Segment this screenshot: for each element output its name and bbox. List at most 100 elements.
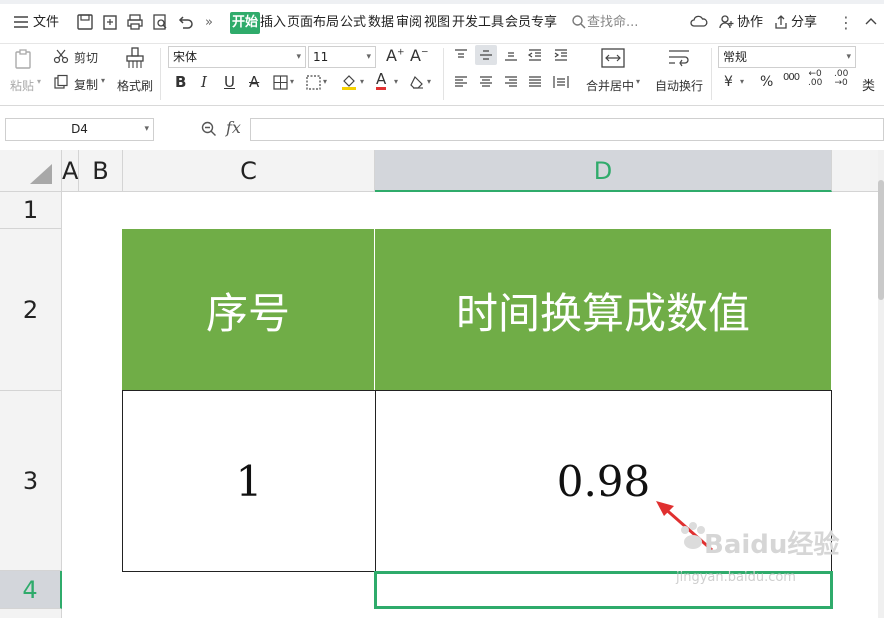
- name-box[interactable]: D4 ▾: [5, 118, 154, 141]
- column-header-d[interactable]: D: [375, 150, 832, 192]
- wrap-text-icon: [667, 48, 691, 68]
- tab-page-layout[interactable]: 页面布局: [287, 12, 339, 34]
- font-size-select[interactable]: 11 ▾: [308, 46, 376, 68]
- underline-icon[interactable]: U: [224, 73, 235, 91]
- currency-dropdown-icon[interactable]: ▾: [740, 77, 744, 86]
- menu-icon[interactable]: [12, 13, 30, 31]
- table-header-index[interactable]: 序号: [122, 229, 375, 391]
- tab-data[interactable]: 数据: [368, 12, 394, 34]
- collaborate-button[interactable]: 协作: [737, 12, 763, 34]
- format-painter-button[interactable]: 格式刷: [117, 77, 153, 94]
- select-all-corner[interactable]: [0, 150, 62, 192]
- merge-center-button[interactable]: 合并居中: [586, 77, 634, 94]
- copy-button[interactable]: 复制: [74, 76, 98, 93]
- decrease-indent-icon[interactable]: [527, 48, 543, 62]
- file-menu[interactable]: 文件: [33, 12, 59, 34]
- vertical-scrollbar[interactable]: [878, 150, 884, 618]
- chevron-down-icon: ▾: [366, 52, 371, 62]
- undo-icon[interactable]: [176, 13, 194, 31]
- row-header-3[interactable]: 3: [0, 391, 62, 571]
- tab-developer[interactable]: 开发工具: [452, 12, 504, 34]
- paste-icon[interactable]: [13, 48, 35, 70]
- number-format-value: 常规: [723, 50, 748, 64]
- increase-font-size-icon[interactable]: A+: [386, 46, 405, 65]
- row-header-1[interactable]: 1: [0, 192, 62, 229]
- bold-icon[interactable]: B: [175, 73, 186, 91]
- cloud-sync-icon[interactable]: [690, 13, 708, 31]
- scrollbar-thumb[interactable]: [878, 180, 884, 300]
- export-icon[interactable]: [101, 13, 119, 31]
- font-color-dropdown-icon[interactable]: ▾: [394, 77, 398, 86]
- tab-home[interactable]: 开始: [230, 12, 261, 34]
- copy-dropdown-icon[interactable]: ▾: [101, 76, 105, 85]
- distributed-align-icon[interactable]: [553, 75, 569, 89]
- watermark-brand: Baidu经验: [704, 530, 840, 560]
- print-preview-icon[interactable]: [151, 13, 169, 31]
- decrease-decimal-icon[interactable]: .00 →0: [834, 70, 848, 88]
- strikethrough-icon[interactable]: A: [249, 73, 259, 91]
- tab-review[interactable]: 审阅: [396, 12, 422, 34]
- borders-icon[interactable]: [273, 75, 288, 90]
- percent-icon[interactable]: %: [760, 74, 773, 90]
- fill-color-dropdown-icon[interactable]: ▾: [360, 77, 364, 86]
- column-header-c[interactable]: C: [123, 150, 375, 192]
- copy-icon: [53, 74, 69, 90]
- wrap-text-button[interactable]: 自动换行: [655, 77, 703, 94]
- save-icon[interactable]: [76, 13, 94, 31]
- share-button[interactable]: 分享: [791, 12, 817, 34]
- column-header-empty[interactable]: [832, 150, 878, 192]
- insert-function-icon[interactable]: fx: [226, 118, 241, 137]
- tab-insert[interactable]: 插入: [260, 12, 286, 34]
- align-left-icon[interactable]: [453, 75, 469, 89]
- currency-icon[interactable]: ¥: [724, 74, 733, 90]
- cut-button[interactable]: 剪切: [74, 49, 98, 66]
- increase-indent-icon[interactable]: [553, 48, 569, 62]
- align-middle-icon[interactable]: [475, 45, 497, 65]
- increase-decimal-icon[interactable]: ←0.00: [808, 70, 822, 88]
- decrease-font-size-icon[interactable]: A−: [410, 46, 429, 65]
- clear-format-icon[interactable]: [409, 74, 425, 90]
- column-header-b[interactable]: B: [79, 150, 123, 192]
- row-header-5[interactable]: [0, 609, 62, 618]
- baidu-watermark: Baidu经验 jingyan.baidu.com: [676, 520, 876, 600]
- command-search-input[interactable]: 查找命...: [587, 12, 638, 34]
- paste-dropdown-icon[interactable]: ▾: [37, 77, 41, 86]
- font-color-icon[interactable]: A: [376, 71, 387, 90]
- font-family-select[interactable]: 宋体 ▾: [168, 46, 306, 68]
- fill-color-icon[interactable]: [341, 73, 357, 91]
- align-bottom-icon[interactable]: [503, 48, 519, 62]
- table-header-time-value[interactable]: 时间换算成数值: [375, 229, 831, 391]
- name-box-value: D4: [71, 122, 88, 136]
- table-cell-index[interactable]: 1: [122, 390, 376, 572]
- more-options-icon[interactable]: ⋮: [838, 12, 854, 34]
- tab-view[interactable]: 视图: [424, 12, 450, 34]
- zoom-search-icon[interactable]: [200, 120, 218, 138]
- collapse-ribbon-icon[interactable]: [862, 13, 880, 31]
- thousands-separator-icon[interactable]: 000: [783, 72, 800, 83]
- tab-member[interactable]: 会员专享: [505, 12, 557, 34]
- number-format-select[interactable]: 常规 ▾: [718, 46, 856, 68]
- print-icon[interactable]: [126, 13, 144, 31]
- row-header-2[interactable]: 2: [0, 229, 62, 391]
- chevron-down-icon: ▾: [144, 124, 149, 134]
- row-header-4[interactable]: 4: [0, 571, 62, 609]
- formula-input[interactable]: [250, 118, 884, 141]
- align-top-icon[interactable]: [453, 48, 469, 62]
- align-right-icon[interactable]: [503, 75, 519, 89]
- fill-pattern-icon[interactable]: [306, 75, 321, 90]
- justify-icon[interactable]: [527, 75, 543, 89]
- merge-center-dropdown-icon[interactable]: ▾: [636, 77, 640, 86]
- paste-button[interactable]: 粘贴: [10, 77, 34, 94]
- clear-format-dropdown-icon[interactable]: ▾: [427, 77, 431, 86]
- borders-dropdown-icon[interactable]: ▾: [290, 77, 294, 86]
- ribbon-toolbar: 粘贴 ▾ 剪切 复制 ▾ 格式刷 宋体 ▾ 11 ▾ A+ A− B I U A…: [0, 44, 884, 106]
- more-tools-chevron-icon[interactable]: »: [205, 12, 213, 34]
- italic-icon[interactable]: I: [201, 73, 207, 91]
- chevron-down-icon: ▾: [846, 52, 851, 62]
- cell-type-button[interactable]: 类: [862, 75, 875, 94]
- tab-formulas[interactable]: 公式: [340, 12, 366, 34]
- fill-pattern-dropdown-icon[interactable]: ▾: [323, 77, 327, 86]
- align-center-icon[interactable]: [478, 75, 494, 89]
- search-icon: [570, 13, 588, 31]
- column-header-a[interactable]: A: [62, 150, 79, 192]
